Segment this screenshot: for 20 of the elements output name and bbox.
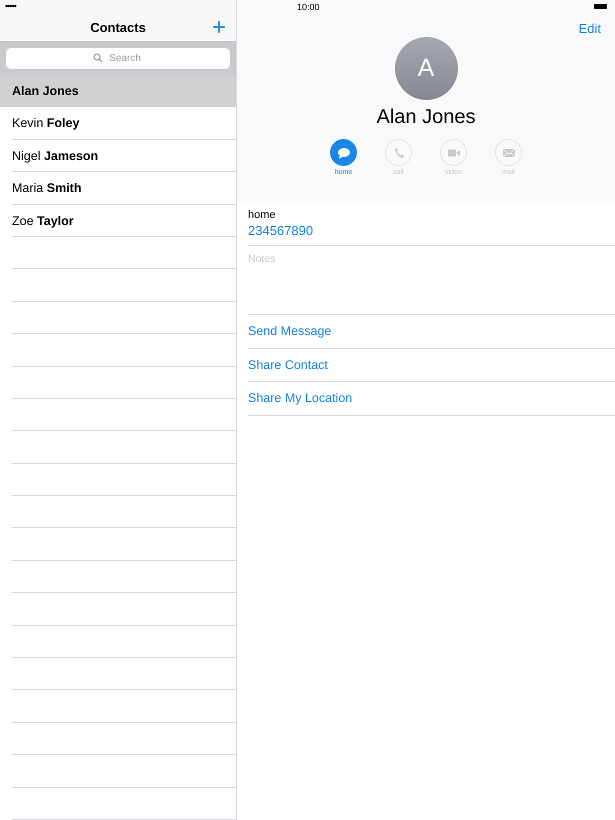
- signal-indicator: •••••: [5, 1, 16, 11]
- add-button[interactable]: +: [212, 16, 226, 40]
- battery-icon: [594, 4, 607, 9]
- phone-number-link[interactable]: 234567890: [248, 223, 615, 238]
- action-link[interactable]: Send Message: [248, 324, 332, 338]
- edit-button[interactable]: Edit: [578, 21, 601, 36]
- search-field[interactable]: Search: [6, 48, 230, 70]
- action-link[interactable]: Share Contact: [248, 358, 328, 372]
- action-link[interactable]: Share My Location: [248, 391, 352, 406]
- list-title: Contacts: [90, 20, 146, 34]
- notes-field[interactable]: Notes: [248, 246, 448, 283]
- contact-row[interactable]: Kevin Foley: [12, 107, 236, 140]
- contact-row[interactable]: Alan Jones: [0, 75, 236, 108]
- contact-row[interactable]: Nigel Jameson: [12, 140, 236, 172]
- contact-row[interactable]: Zoe Taylor: [12, 204, 236, 237]
- avatar: A: [394, 37, 458, 100]
- contact-row[interactable]: Maria Smith: [12, 172, 236, 205]
- status-time: 10:00: [297, 2, 320, 12]
- phone-label: home: [248, 209, 277, 221]
- contact-name: Alan Jones: [376, 106, 476, 129]
